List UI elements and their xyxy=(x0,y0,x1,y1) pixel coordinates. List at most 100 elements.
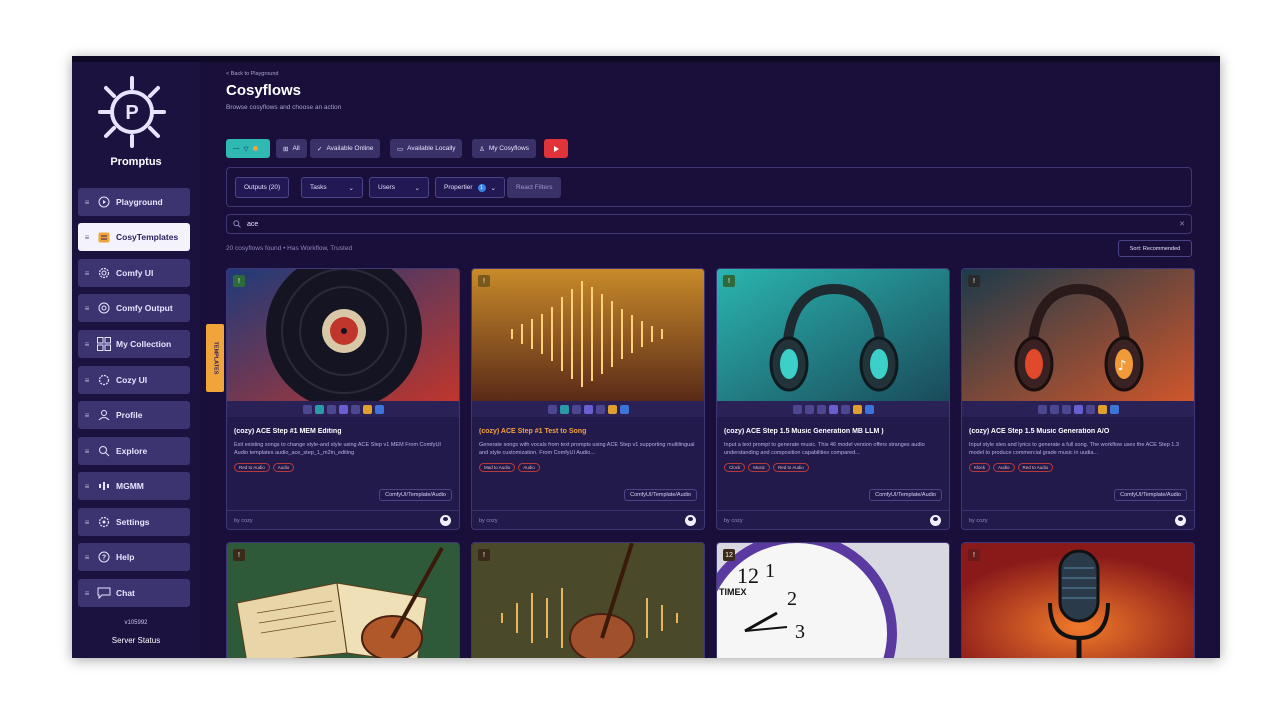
card-thumbnail-headphones: ! xyxy=(717,269,949,401)
grid-icon[interactable] xyxy=(828,404,838,414)
tab-available-locally[interactable]: ▭ Available Locally xyxy=(390,139,463,158)
cosyflow-card-microphone[interactable]: ! xyxy=(961,542,1195,658)
tag[interactable]: Music xyxy=(748,463,771,472)
edit-icon[interactable] xyxy=(362,404,372,414)
cosyflow-card[interactable]: ♪ ! (cozy) ACE Step 1.5 Music Generation… xyxy=(961,268,1195,530)
cosyflow-card-sheet-music[interactable]: ! xyxy=(226,542,460,658)
clear-search-icon[interactable]: ✕ xyxy=(1179,220,1185,228)
search-bar[interactable]: ace ✕ xyxy=(226,214,1192,234)
reset-filters-button[interactable]: React Filters xyxy=(507,177,562,198)
author: by cozy xyxy=(479,518,498,524)
share-icon[interactable] xyxy=(595,404,605,414)
tasks-filter[interactable]: Tasks ⌄ xyxy=(301,177,363,198)
tag[interactable]: Audio xyxy=(518,463,540,472)
settings-icon xyxy=(96,515,112,529)
info-icon[interactable] xyxy=(1037,404,1047,414)
share-icon[interactable] xyxy=(840,404,850,414)
sidebar-item-label: Profile xyxy=(116,410,143,420)
download-icon[interactable] xyxy=(816,404,826,414)
drag-handle-icon: ≡ xyxy=(84,481,90,491)
warning-dot-icon xyxy=(252,146,258,151)
drag-handle-icon: ≡ xyxy=(84,552,90,562)
tag[interactable]: Red to Audio xyxy=(234,463,270,472)
share-icon[interactable] xyxy=(350,404,360,414)
card-tags: Mad to Audio Audio xyxy=(479,463,540,472)
sidebar-item-settings[interactable]: ≡ Settings xyxy=(78,508,190,536)
cloud-icon[interactable] xyxy=(1049,404,1059,414)
settings-icon[interactable] xyxy=(374,404,384,414)
sidebar-item-comfy-ui[interactable]: ≡ Comfy UI xyxy=(78,259,190,287)
edit-icon[interactable] xyxy=(852,404,862,414)
info-icon[interactable] xyxy=(302,404,312,414)
settings-icon[interactable] xyxy=(1109,404,1119,414)
settings-icon[interactable] xyxy=(864,404,874,414)
cosyflow-card-clock[interactable]: 12 1 2 3 TIMEX 12 xyxy=(716,542,950,658)
avatar[interactable] xyxy=(930,515,941,526)
settings-icon[interactable] xyxy=(619,404,629,414)
cloud-icon[interactable] xyxy=(314,404,324,414)
youtube-icon xyxy=(553,145,559,152)
properties-filter[interactable]: Propertier 1 ⌄ xyxy=(435,177,505,198)
sidebar-item-explore[interactable]: ≡ Explore xyxy=(78,437,190,465)
tag[interactable]: Audio xyxy=(272,463,295,472)
cosyflow-card[interactable]: ! (cozy) ACE Step #1 MEM Editing Exit ex… xyxy=(226,268,460,530)
cosyflow-card[interactable]: ! (cozy) ACE Step 1.5 Music Generation M… xyxy=(716,268,950,530)
sidebar-item-chat[interactable]: ≡ Chat xyxy=(78,579,190,607)
drag-handle-icon: ≡ xyxy=(84,197,90,207)
tag[interactable]: Audio xyxy=(993,463,1015,472)
tab-available-online[interactable]: ✓ Available Online xyxy=(310,139,381,158)
server-status[interactable]: Server Status xyxy=(72,636,200,645)
tag[interactable]: Red to Audio xyxy=(773,463,809,472)
avatar[interactable] xyxy=(440,515,451,526)
sidebar-item-label: Comfy UI xyxy=(116,268,154,278)
back-link[interactable]: < Back to Playground xyxy=(226,71,278,77)
outputs-filter[interactable]: Outputs (20) xyxy=(235,177,290,198)
grid-icon[interactable] xyxy=(1073,404,1083,414)
filter-toggle-button[interactable]: — ▽ xyxy=(226,139,270,158)
users-filter[interactable]: Users ⌄ xyxy=(369,177,429,198)
download-icon[interactable] xyxy=(326,404,336,414)
edit-icon[interactable] xyxy=(607,404,617,414)
sidebar-item-label: Help xyxy=(116,552,135,562)
cloud-icon[interactable] xyxy=(804,404,814,414)
sidebar-item-comfy-output[interactable]: ≡ Comfy Output xyxy=(78,294,190,322)
card-description: Input style steo and lyrics to generate … xyxy=(969,442,1179,456)
tag[interactable]: Mad to Audio xyxy=(479,463,516,472)
avatar[interactable] xyxy=(1175,515,1186,526)
sidebar-item-playground[interactable]: ≡ Playground xyxy=(78,188,190,216)
templates-side-tab[interactable]: TEMPLATES xyxy=(206,324,224,392)
youtube-button[interactable] xyxy=(544,139,568,158)
sidebar-item-cozy-ui[interactable]: ≡ Cozy UI xyxy=(78,366,190,394)
edit-icon[interactable] xyxy=(1097,404,1107,414)
cloud-icon[interactable] xyxy=(559,404,569,414)
result-count: 20 cosyflows found • Has Workflow, Trust… xyxy=(226,245,353,252)
tag[interactable]: Red to Audio xyxy=(1017,463,1054,472)
cog-icon xyxy=(96,373,112,387)
share-icon[interactable] xyxy=(1085,404,1095,414)
sidebar-item-my-collection[interactable]: ≡ My Collection xyxy=(78,330,190,358)
sidebar-item-mgmm[interactable]: ≡ MGMM xyxy=(78,472,190,500)
info-icon[interactable] xyxy=(547,404,557,414)
sidebar-item-label: My Collection xyxy=(116,339,172,349)
chevron-down-icon: ⌄ xyxy=(414,184,420,192)
cosyflow-card[interactable]: ! (cozy) ACE Step #1 Test to Song Genera… xyxy=(471,268,705,530)
search-input[interactable]: ace xyxy=(247,221,258,228)
grid-icon[interactable] xyxy=(583,404,593,414)
sidebar-item-help[interactable]: ≡ ? Help xyxy=(78,543,190,571)
tab-all[interactable]: ⊞ All xyxy=(276,139,307,158)
avatar[interactable] xyxy=(685,515,696,526)
card-title: (cozy) ACE Step 1.5 Music Generation A/O xyxy=(969,428,1110,435)
cosyflow-card-violin-wave[interactable]: ! xyxy=(471,542,705,658)
card-footer: by cozy xyxy=(717,510,949,529)
info-icon[interactable] xyxy=(792,404,802,414)
download-icon[interactable] xyxy=(1061,404,1071,414)
tab-my-cosyflows[interactable]: ♙ My Cosyflows xyxy=(472,139,536,158)
tag[interactable]: Klock xyxy=(969,463,991,472)
download-icon[interactable] xyxy=(571,404,581,414)
grid-icon[interactable] xyxy=(338,404,348,414)
sort-select[interactable]: Sort: Recommended xyxy=(1118,240,1192,257)
sidebar-item-profile[interactable]: ≡ Profile xyxy=(78,401,190,429)
sidebar-item-cosytemplates[interactable]: ≡ CosyTemplates xyxy=(78,223,190,251)
template-path-badge: ComfyUI/Template/Audio xyxy=(379,489,452,501)
tag[interactable]: Clock xyxy=(724,463,746,472)
